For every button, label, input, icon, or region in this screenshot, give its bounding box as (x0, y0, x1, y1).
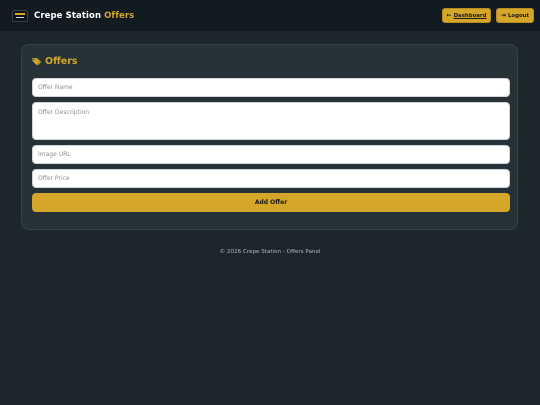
logout-label: Logout (507, 12, 530, 19)
offer-price-input[interactable] (32, 169, 510, 188)
offer-name-input[interactable] (32, 78, 510, 97)
offer-description-input[interactable] (32, 102, 510, 140)
brand-title: Crepe Station Offers (34, 11, 134, 21)
logout-icon: ⇥ (500, 11, 506, 19)
image-url-input[interactable] (32, 145, 510, 164)
dashboard-label: Dashboard (453, 12, 487, 19)
footer-text: © 2026 Crepe Station - Offers Panel (219, 249, 321, 255)
offers-card: Offers Add Offer (21, 44, 518, 230)
crepe-station-logo-icon[interactable] (12, 9, 28, 22)
logout-button[interactable]: ⇥ Logout (496, 8, 534, 23)
dashboard-button[interactable]: ← Dashboard (442, 8, 491, 23)
brand-name: Crepe Station (34, 10, 102, 21)
brand-accent: Offers (104, 10, 135, 21)
offers-heading: Offers (32, 55, 507, 68)
top-navbar: Crepe Station Offers ← Dashboard ⇥ Logout (0, 0, 540, 31)
add-offer-button[interactable]: Add Offer (32, 193, 510, 212)
offers-title: Offers (45, 56, 78, 67)
nav-actions: ← Dashboard ⇥ Logout (442, 8, 534, 23)
arrow-left-icon: ← (446, 11, 452, 19)
tags-icon (32, 57, 42, 65)
